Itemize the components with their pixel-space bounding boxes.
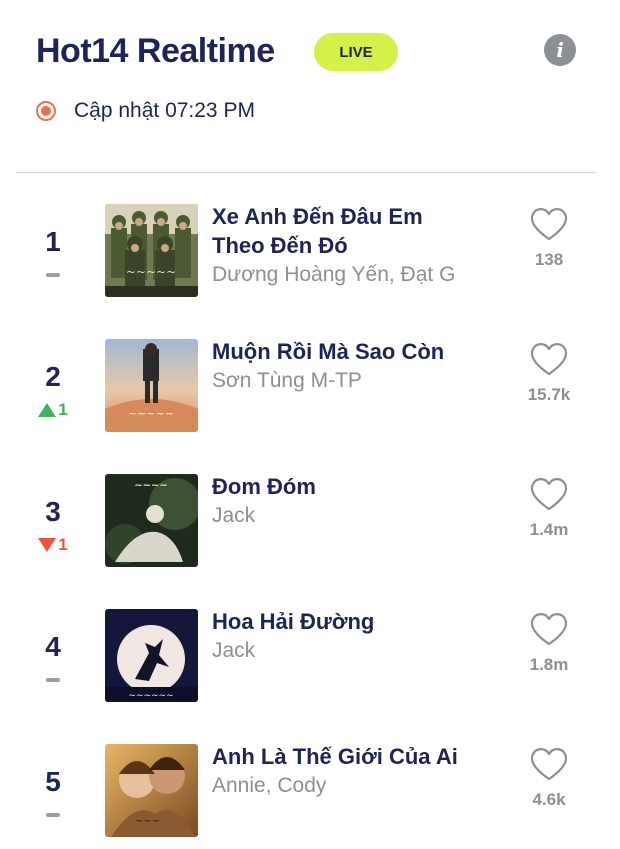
song-info: Anh Là Thế Giới Của Ai Annie, Cody: [212, 742, 502, 801]
svg-text:~~~~: ~~~~: [134, 480, 168, 491]
song-info: Hoa Hải Đường Jack: [212, 607, 502, 666]
artist-name[interactable]: Jack: [212, 636, 502, 666]
song-title-line: Xe Anh Đến Đâu Em: [212, 204, 423, 229]
song-title-line: Anh Là Thế Giới Của Ai: [212, 744, 458, 769]
rank-change: [28, 806, 78, 824]
song-title[interactable]: Xe Anh Đến Đâu Em Theo Đến Đó: [212, 202, 502, 260]
heart-icon[interactable]: [514, 746, 584, 782]
svg-text:~~~: ~~~: [135, 816, 160, 827]
rank-change: [28, 266, 78, 284]
record-icon: [36, 101, 56, 121]
rank-down: 1: [38, 535, 68, 555]
song-row[interactable]: 1 ~~~~~ Xe Anh Đến Đâu Em Theo Đến Đó Dư…: [0, 200, 620, 300]
heart-icon[interactable]: [514, 476, 584, 512]
song-title[interactable]: Muộn Rồi Mà Sao Còn: [212, 337, 502, 366]
like-group: 1.4m: [514, 476, 584, 540]
song-row[interactable]: 3 1 ~~~~ Đom Đóm Jack 1.4m: [0, 470, 620, 570]
like-count: 1.8m: [529, 655, 569, 674]
artist-name[interactable]: Jack: [212, 501, 502, 531]
rank-number: 3: [45, 496, 61, 527]
artist-name[interactable]: Annie, Cody: [212, 771, 502, 801]
song-title-line: Hoa Hải Đường: [212, 609, 375, 634]
chart-header: Hot14 Realtime LIVE i: [36, 28, 590, 78]
artist-name[interactable]: Dương Hoàng Yến, Đạt G: [212, 260, 502, 290]
no-change-icon: [46, 273, 60, 277]
rank-number: 1: [45, 226, 61, 257]
arrow-down-icon: [38, 538, 57, 552]
rank-change-value: 1: [58, 535, 68, 554]
like-count: 15.7k: [527, 385, 571, 404]
song-row[interactable]: 4 ~~~~~~ Hoa Hải Đường Jack 1.8m: [0, 605, 620, 705]
album-cover[interactable]: ~~~~~~: [105, 609, 198, 702]
song-row[interactable]: 5 ~~~ Anh Là Thế Giới Của Ai Annie, Cody: [0, 740, 620, 840]
no-change-icon: [46, 678, 60, 682]
rank-change-value: 1: [58, 400, 68, 419]
updated-time: Cập nhật 07:23 PM: [74, 99, 255, 122]
heart-icon[interactable]: [514, 611, 584, 647]
info-icon[interactable]: i: [544, 34, 576, 66]
heart-icon[interactable]: [514, 206, 584, 242]
song-info: Muộn Rồi Mà Sao Còn Sơn Tùng M-TP: [212, 337, 502, 396]
song-title[interactable]: Anh Là Thế Giới Của Ai: [212, 742, 502, 771]
update-status: Cập nhật 07:23 PM: [36, 96, 255, 126]
rank-number: 4: [45, 631, 61, 662]
svg-text:~~~~~: ~~~~~: [128, 407, 174, 420]
song-title-line: Theo Đến Đó: [212, 233, 348, 258]
rank-change: 1: [28, 400, 78, 420]
like-group: 4.6k: [514, 746, 584, 810]
song-info: Xe Anh Đến Đâu Em Theo Đến Đó Dương Hoàn…: [212, 202, 502, 290]
heart-icon[interactable]: [514, 341, 584, 377]
rank-number: 5: [45, 766, 61, 797]
like-group: 1.8m: [514, 611, 584, 675]
song-info: Đom Đóm Jack: [212, 472, 502, 531]
album-cover[interactable]: ~~~~~: [105, 204, 198, 297]
like-group: 138: [514, 206, 584, 270]
like-count: 4.6k: [532, 790, 566, 809]
page-title: Hot14 Realtime: [36, 32, 275, 70]
song-title[interactable]: Đom Đóm: [212, 472, 502, 501]
album-cover[interactable]: ~~~: [105, 744, 198, 837]
like-count: 1.4m: [529, 520, 569, 539]
like-count: 138: [534, 250, 564, 269]
song-title[interactable]: Hoa Hải Đường: [212, 607, 502, 636]
rank-change: [28, 671, 78, 689]
live-badge: LIVE: [314, 33, 398, 71]
song-title-line: Đom Đóm: [212, 474, 316, 499]
song-row[interactable]: 2 1 ~~~~~ Muộn Rồi Mà Sao Còn Sơn Tùng M…: [0, 335, 620, 435]
artist-name[interactable]: Sơn Tùng M-TP: [212, 366, 502, 396]
svg-text:~~~~~~: ~~~~~~: [128, 691, 173, 701]
no-change-icon: [46, 813, 60, 817]
album-cover[interactable]: ~~~~~: [105, 339, 198, 432]
rank-up: 1: [38, 400, 68, 420]
album-cover[interactable]: ~~~~: [105, 474, 198, 567]
rank-change: 1: [28, 535, 78, 555]
rank-number: 2: [45, 361, 61, 392]
arrow-up-icon: [38, 403, 57, 417]
divider: [16, 172, 596, 173]
like-group: 15.7k: [514, 341, 584, 405]
song-title-line: Muộn Rồi Mà Sao Còn: [212, 339, 445, 364]
svg-text:~~~~~: ~~~~~: [126, 265, 176, 279]
